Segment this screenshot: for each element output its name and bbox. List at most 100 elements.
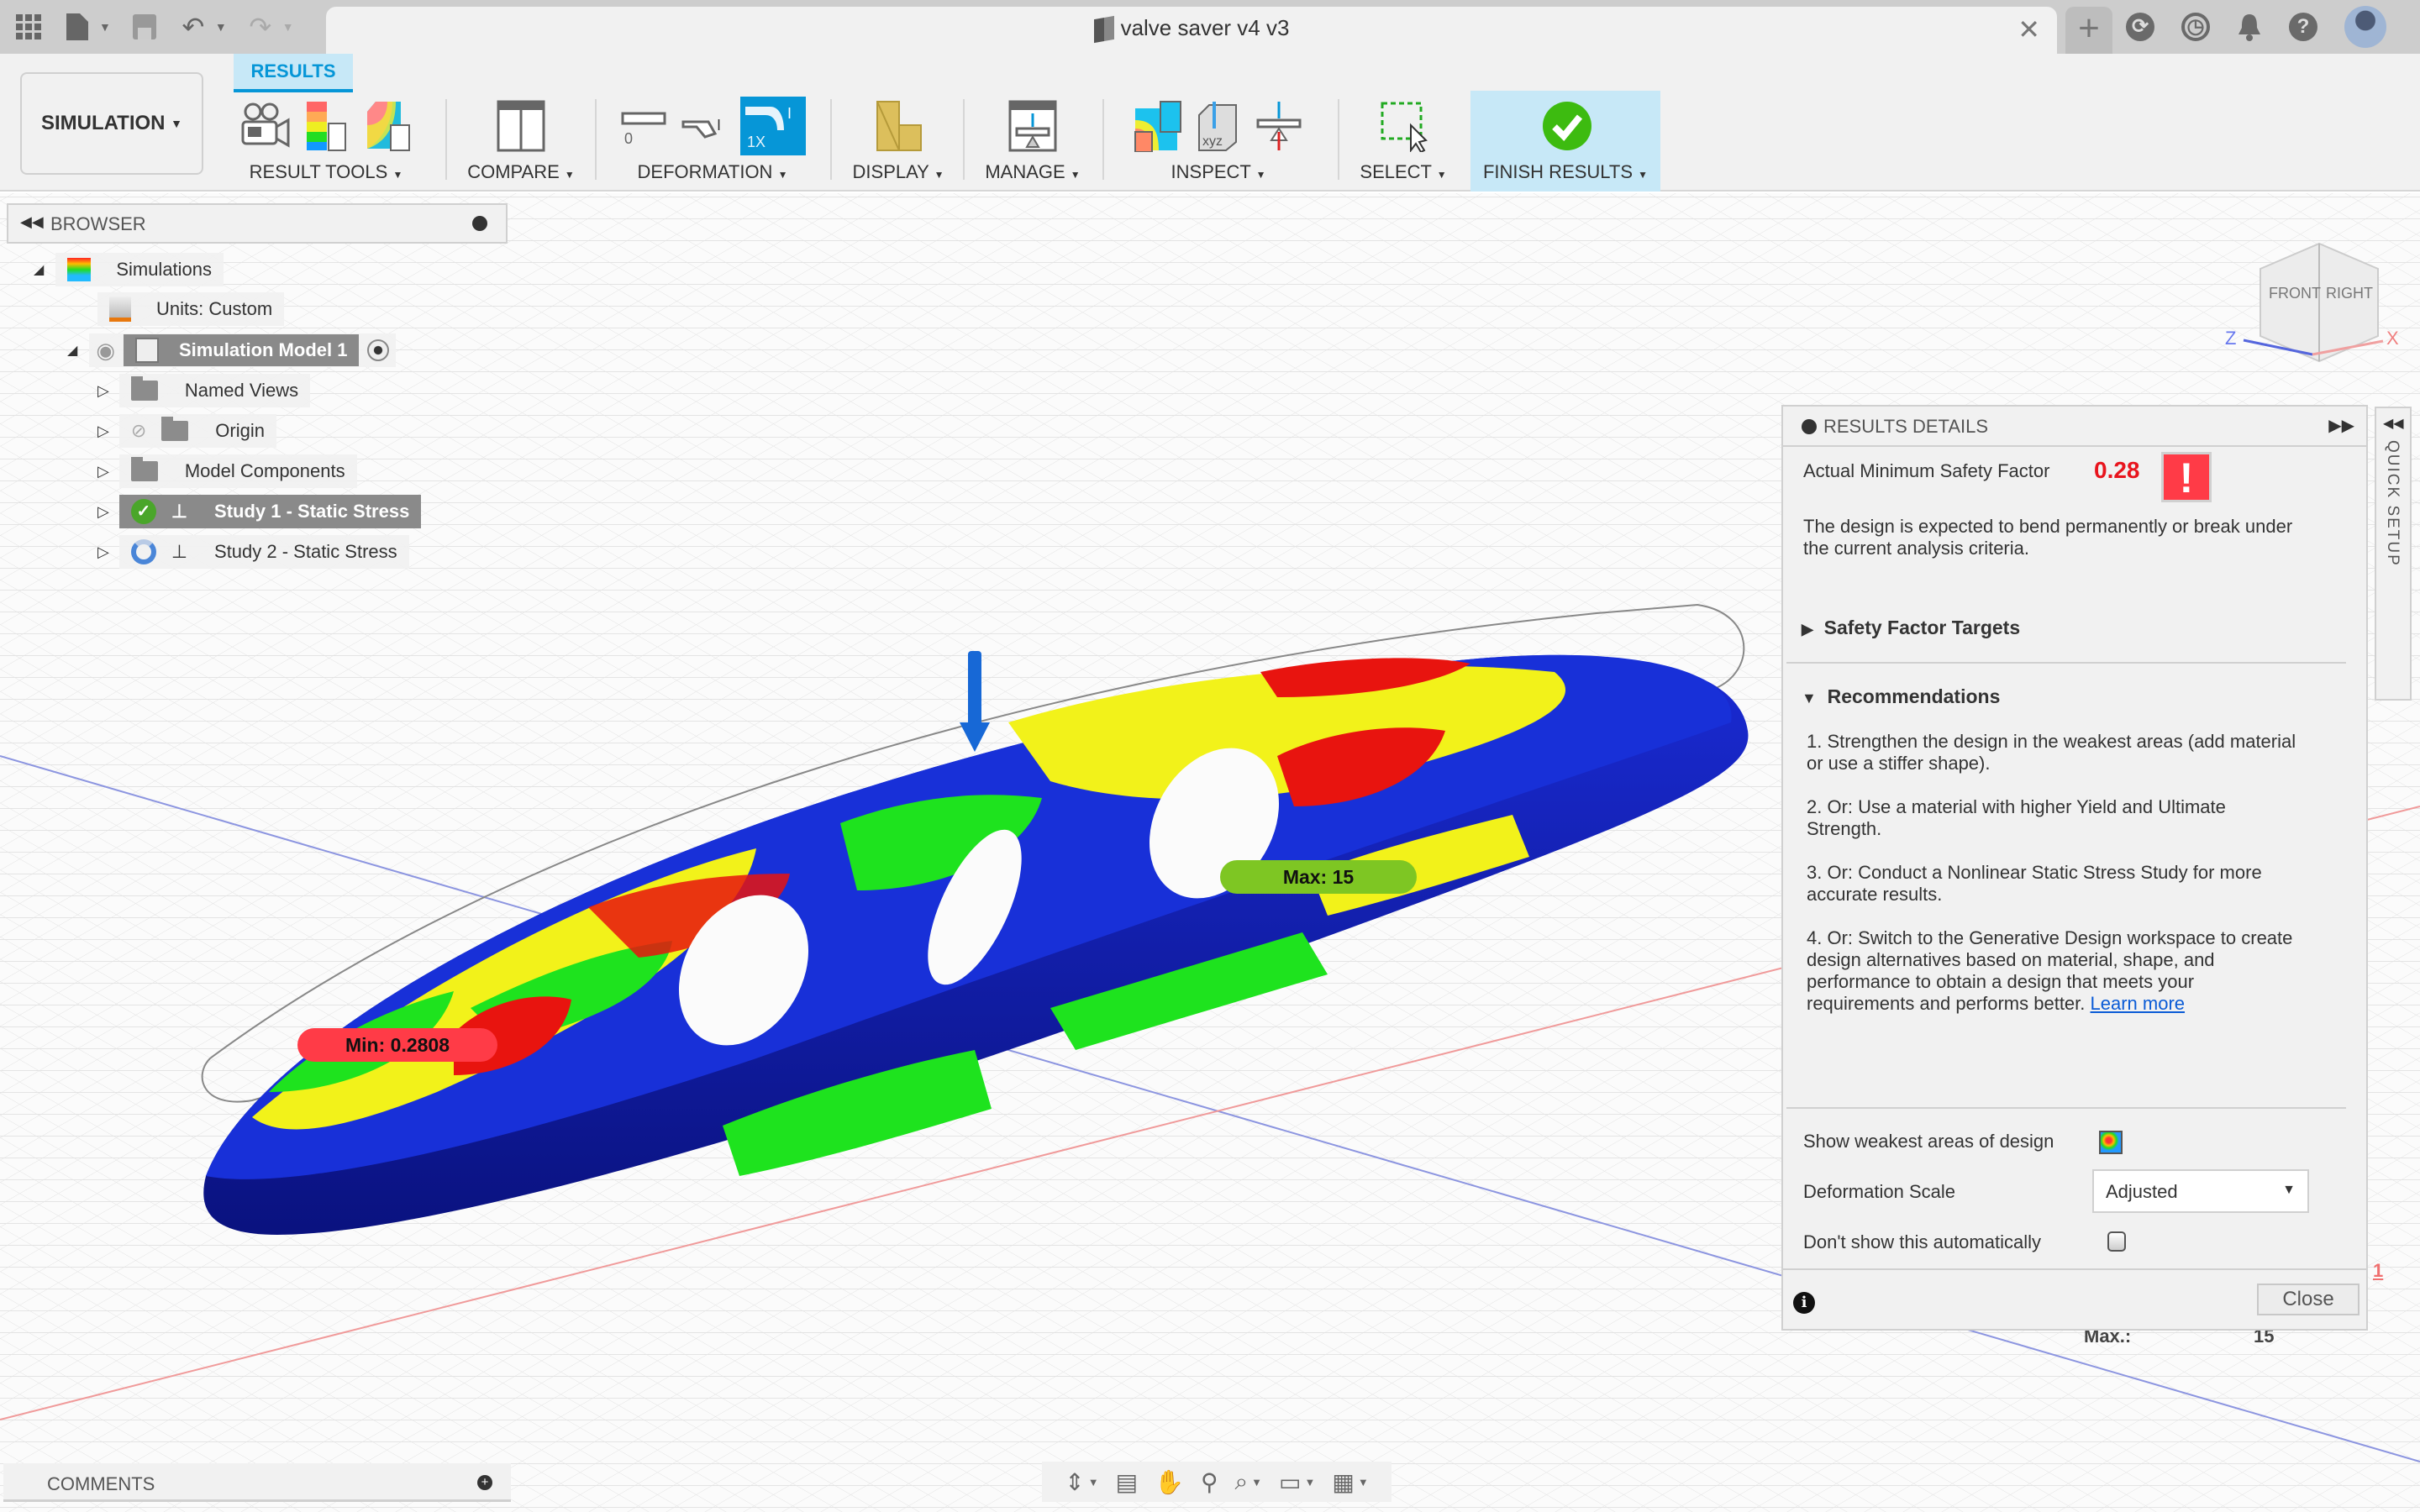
ribbon-divider xyxy=(445,99,447,180)
chevron-down-icon[interactable]: ▼ xyxy=(1358,1476,1369,1488)
inspect-group[interactable]: xyz INSPECT ▼ xyxy=(1109,96,1328,188)
user-avatar[interactable] xyxy=(2344,6,2386,48)
compare-icon[interactable] xyxy=(497,100,545,152)
expand-triangle-icon[interactable]: ▷ xyxy=(97,503,109,521)
file-icon[interactable] xyxy=(62,12,92,42)
expand-quick-setup-icon[interactable]: ◀◀ xyxy=(2383,415,2404,432)
add-comment-icon[interactable]: + xyxy=(477,1475,492,1490)
help-icon[interactable]: ? xyxy=(2289,13,2317,41)
expand-triangle-icon[interactable]: ▷ xyxy=(97,423,109,440)
data-panel-icon[interactable] xyxy=(13,12,44,42)
document-cube-icon xyxy=(1093,16,1114,44)
chevron-down-icon[interactable]: ▼ xyxy=(1305,1476,1316,1488)
display-settings-icon[interactable]: ▭ xyxy=(1279,1468,1301,1496)
animate-camera-icon[interactable] xyxy=(241,100,290,152)
expand-panel-icon[interactable]: ▶▶ xyxy=(2328,415,2354,436)
comments-panel[interactable]: COMMENTS + xyxy=(3,1463,511,1502)
surface-probes-icon[interactable] xyxy=(362,100,411,152)
deformation-scale-select[interactable]: Adjusted ▼ xyxy=(2092,1169,2309,1213)
minimize-icon[interactable] xyxy=(1802,419,1817,434)
activate-radio-icon[interactable] xyxy=(367,339,390,361)
viewcube-right[interactable]: RIGHT xyxy=(2326,285,2373,302)
close-button[interactable]: Close xyxy=(2257,1284,2360,1315)
tree-item-simulation-model[interactable]: ◢ ◉ Simulation Model 1 xyxy=(67,333,397,367)
results-plot-icon[interactable] xyxy=(1134,100,1182,153)
display-icon[interactable] xyxy=(874,100,923,152)
zoom-icon[interactable]: ⚲ xyxy=(1201,1468,1218,1496)
document-tab[interactable]: valve saver v4 v3 ✕ xyxy=(326,7,2057,55)
undo-caret-icon[interactable]: ▼ xyxy=(215,20,227,34)
new-tab-button[interactable]: + xyxy=(2065,7,2112,54)
deformation-scale-value: Adjusted xyxy=(2106,1181,2178,1202)
svg-text:I: I xyxy=(717,117,721,134)
tree-item-study-2[interactable]: ▷ ⊥ Study 2 - Static Stress xyxy=(97,535,409,569)
minimize-icon[interactable] xyxy=(472,216,487,231)
collapse-triangle-icon[interactable]: ◢ xyxy=(34,261,44,278)
tree-item-simulations[interactable]: ◢ Simulations xyxy=(34,253,224,286)
results-details-header[interactable]: RESULTS DETAILS ▶▶ xyxy=(1783,407,2366,447)
probes-xyz-icon[interactable]: xyz xyxy=(1194,100,1243,152)
undeformed-icon[interactable]: 0 xyxy=(619,100,668,152)
chevron-down-icon: ▼ xyxy=(777,169,788,181)
redo-icon[interactable]: ↷ xyxy=(245,12,276,42)
visibility-eye-icon[interactable]: ◉ xyxy=(96,338,115,364)
look-at-icon[interactable]: ▤ xyxy=(1116,1468,1138,1496)
tree-item-named-views[interactable]: ▷ Named Views xyxy=(97,374,311,407)
file-menu-caret-icon[interactable]: ▼ xyxy=(99,20,111,34)
viewcube-front[interactable]: FRONT xyxy=(2269,285,2321,302)
orbit-icon[interactable]: ⇕ xyxy=(1065,1468,1084,1496)
chevron-down-icon[interactable]: ▼ xyxy=(1251,1476,1262,1488)
folder-icon xyxy=(130,376,158,401)
redo-caret-icon[interactable]: ▼ xyxy=(282,20,294,34)
recommendations-section[interactable]: ▼ Recommendations xyxy=(1802,685,2000,708)
undo-icon[interactable]: ↶ xyxy=(178,12,208,42)
tab-results[interactable]: RESULTS xyxy=(234,54,353,92)
save-icon[interactable] xyxy=(129,12,160,42)
quick-setup-tab[interactable]: ◀◀ QUICK SETUP xyxy=(2375,407,2412,701)
simulations-icon xyxy=(67,258,92,281)
manage-group[interactable]: MANAGE ▼ xyxy=(970,96,1096,188)
expand-triangle-icon[interactable]: ▷ xyxy=(97,543,109,561)
info-icon[interactable]: i xyxy=(1793,1292,1815,1314)
ribbon-divider xyxy=(1102,99,1104,180)
select-group[interactable]: SELECT ▼ xyxy=(1344,96,1462,188)
tree-item-study-1[interactable]: ▷ ✓ ⊥ Study 1 - Static Stress xyxy=(97,495,422,528)
actual-deformation-icon[interactable]: I xyxy=(680,100,729,152)
collapse-browser-icon[interactable]: ◀◀ xyxy=(20,213,44,231)
safety-factor-targets-section[interactable]: ▶ Safety Factor Targets xyxy=(1802,617,2020,639)
finish-check-icon[interactable] xyxy=(1541,100,1591,152)
job-status-icon[interactable]: ◷ xyxy=(2181,13,2210,41)
chevron-down-icon: ▼ xyxy=(934,169,944,181)
tree-item-units[interactable]: Units: Custom xyxy=(97,292,285,326)
show-weakest-areas-button[interactable] xyxy=(2099,1131,2123,1154)
reaction-force-icon[interactable] xyxy=(1255,100,1303,152)
expand-triangle-icon[interactable]: ▷ xyxy=(97,463,109,480)
safety-factor-row: Actual Minimum Safety Factor xyxy=(1803,460,2346,482)
legend-options-icon[interactable] xyxy=(302,100,350,152)
notifications-icon[interactable] xyxy=(2237,13,2262,41)
grid-icon[interactable]: ▦ xyxy=(1332,1468,1354,1496)
browser-panel-header[interactable]: ◀◀ BROWSER xyxy=(7,203,508,244)
workspace-switcher[interactable]: SIMULATION ▼ xyxy=(20,72,203,175)
tree-item-origin[interactable]: ▷ ⊘ Origin xyxy=(97,414,276,448)
finish-results-group[interactable]: FINISH RESULTS ▼ xyxy=(1470,96,1660,188)
deformation-group[interactable]: 0 I I 1X DEFORMATION ▼ xyxy=(602,96,823,188)
expand-triangle-icon[interactable]: ▷ xyxy=(97,382,109,400)
hidden-eye-icon[interactable]: ⊘ xyxy=(131,420,146,442)
adjusted-deformation-icon[interactable]: I 1X xyxy=(740,97,806,155)
manage-icon[interactable] xyxy=(1008,100,1057,152)
learn-more-link[interactable]: Learn more xyxy=(2091,993,2186,1014)
tree-item-model-components[interactable]: ▷ Model Components xyxy=(97,454,357,488)
extensions-icon[interactable]: ⟳ xyxy=(2126,13,2154,41)
dont-show-checkbox[interactable] xyxy=(2107,1231,2126,1252)
window-select-icon[interactable] xyxy=(1379,100,1428,154)
display-group[interactable]: DISPLAY ▼ xyxy=(837,96,960,188)
compare-group[interactable]: COMPARE ▼ xyxy=(454,96,588,188)
fit-icon[interactable]: ⌕ xyxy=(1234,1468,1248,1496)
close-tab-icon[interactable]: ✕ xyxy=(2018,13,2040,45)
ribbon-divider xyxy=(830,99,832,180)
chevron-down-icon[interactable]: ▼ xyxy=(1088,1476,1099,1488)
pan-icon[interactable]: ✋ xyxy=(1155,1468,1184,1496)
collapse-triangle-icon[interactable]: ◢ xyxy=(67,342,77,359)
result-tools-group[interactable]: RESULT TOOLS ▼ xyxy=(227,96,425,188)
